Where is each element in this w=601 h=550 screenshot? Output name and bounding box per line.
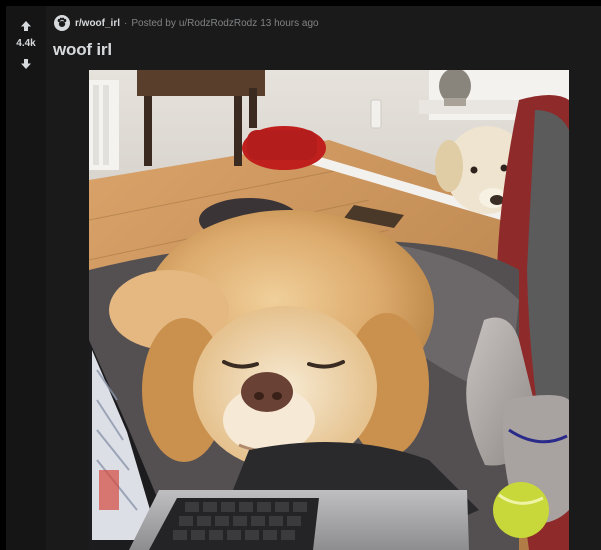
- author-link[interactable]: u/RodzRodzRodz: [179, 18, 257, 29]
- arrow-down-icon: [21, 59, 31, 69]
- vote-column: 4.4k: [6, 6, 46, 550]
- subreddit-link[interactable]: r/woof_irl: [75, 18, 120, 29]
- post-title[interactable]: woof irl: [53, 40, 112, 60]
- subreddit-avatar-icon[interactable]: [54, 15, 70, 31]
- post-header: r/woof_irl · Posted by u/RodzRodzRodz 13…: [54, 13, 319, 33]
- post-image[interactable]: [89, 70, 569, 550]
- dog-photo: [89, 70, 569, 550]
- header-separator: ·: [124, 17, 128, 29]
- vote-count: 4.4k: [16, 38, 36, 49]
- arrow-up-icon: [21, 21, 31, 31]
- downvote-button[interactable]: [6, 56, 46, 72]
- page-frame: 4.4k r/woof_irl · Posted by u/RodzRodzRo…: [0, 0, 601, 550]
- post-time: 13 hours ago: [260, 17, 319, 29]
- upvote-button[interactable]: [6, 18, 46, 34]
- posted-by-label: Posted by: [131, 17, 176, 29]
